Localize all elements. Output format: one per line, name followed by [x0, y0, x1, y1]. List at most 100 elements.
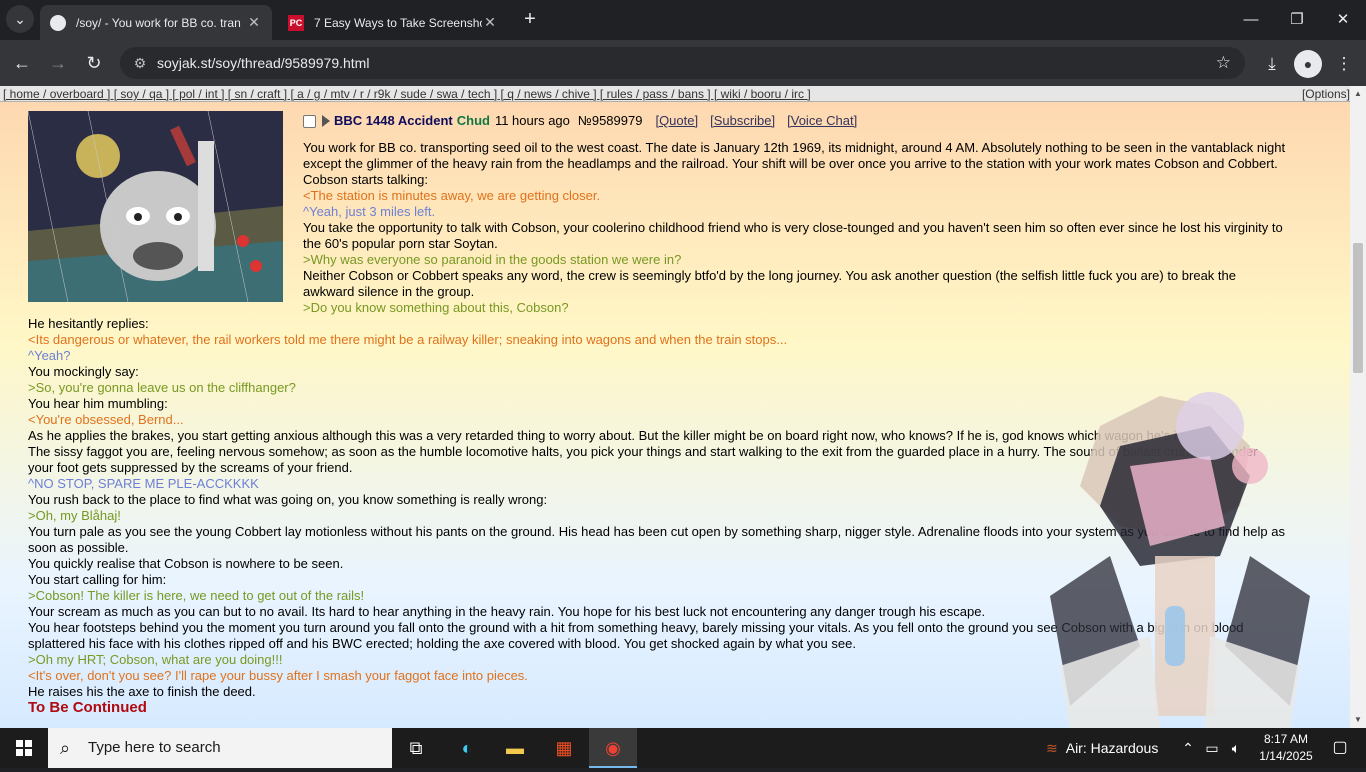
post-line: You quickly realise that Cobson is nowhe…: [28, 556, 344, 571]
store-button[interactable]: ▦: [540, 728, 588, 768]
to-be-continued: To Be Continued: [28, 699, 147, 716]
kebab-menu-icon: ⋮: [1335, 54, 1353, 73]
post-line: You start calling for him:: [28, 572, 167, 587]
post-line: >Do you know something about this, Cobso…: [303, 300, 569, 315]
post-line: You rush back to the place to find what …: [28, 492, 548, 507]
speaker-icon: 🔈︎: [1231, 740, 1241, 756]
search-placeholder: Type here to search: [88, 739, 221, 756]
scroll-down-icon[interactable]: ▼: [1350, 712, 1366, 728]
post-line: <The station is minutes away, we are get…: [303, 188, 601, 203]
search-icon: ⌕: [60, 738, 71, 758]
close-window-button[interactable]: ✕: [1320, 0, 1366, 40]
voice-chat-link[interactable]: [Voice Chat]: [787, 113, 857, 129]
store-icon: ▦: [555, 738, 573, 758]
url-text[interactable]: soyjak.st/soy/thread/9589979.html: [157, 47, 369, 79]
expand-triangle-icon[interactable]: [322, 115, 330, 127]
notification-icon: ▢: [1332, 739, 1348, 756]
arrow-right-icon: →: [49, 53, 67, 73]
menu-button[interactable]: ⋮: [1330, 50, 1358, 78]
restore-button[interactable]: ❐: [1274, 0, 1320, 40]
post-line: <It's over, don't you see? I'll rape you…: [28, 668, 528, 683]
system-clock[interactable]: 8:17 AM 1/14/2025: [1258, 731, 1314, 765]
close-icon[interactable]: ✕: [246, 14, 262, 31]
tab-search-button[interactable]: ⌄: [6, 5, 34, 33]
mascot-decoration: [1050, 392, 1310, 728]
tab-pcmag[interactable]: PC 7 Easy Ways to Take Screenshot ✕: [278, 5, 508, 40]
task-view-button[interactable]: ⧉: [392, 728, 440, 768]
restore-icon: ❐: [1290, 11, 1304, 28]
windows-taskbar: ⌕ Type here to search ⧉ ◐ ▬ ▦ ◉ ≋ Air: Ha…: [0, 728, 1366, 768]
tab-title: /soy/ - You work for BB co. tran: [76, 15, 241, 30]
post-line: ^Yeah?: [28, 348, 71, 363]
tab-strip: ⌄ /soy/ - You work for BB co. tran ✕ PC …: [0, 0, 1366, 40]
plus-icon: +: [524, 8, 536, 30]
tray-chevron-button[interactable]: ⌃: [1178, 728, 1198, 768]
file-explorer-button[interactable]: ▬: [491, 728, 539, 768]
quote-link[interactable]: [Quote]: [655, 113, 698, 129]
post-line: You work for BB co. transporting seed oi…: [303, 140, 1286, 155]
forward-button[interactable]: →: [43, 48, 73, 78]
notification-button[interactable]: ▢: [1320, 728, 1360, 768]
scroll-up-icon[interactable]: ▲: [1350, 86, 1366, 102]
profile-button[interactable]: ●: [1294, 50, 1322, 78]
minimize-icon: —: [1243, 11, 1259, 28]
tab-soyjak[interactable]: /soy/ - You work for BB co. tran ✕: [40, 5, 272, 40]
close-icon[interactable]: ✕: [482, 14, 498, 31]
post-line: Your scream as much as you can but to no…: [28, 604, 986, 619]
post-line: You mockingly say:: [28, 364, 139, 379]
post-line: ^Yeah, just 3 miles left.: [303, 204, 436, 219]
start-button[interactable]: [0, 728, 48, 768]
board-links[interactable]: [ home / overboard ] [ soy / qa ] [ pol …: [3, 86, 811, 101]
post-line: >So, you're gonna leave us on the cliffh…: [28, 380, 296, 395]
subscribe-link[interactable]: [Subscribe]: [710, 113, 775, 129]
star-icon[interactable]: ☆: [1216, 47, 1231, 79]
post-line: He hesitantly replies:: [28, 316, 149, 331]
close-icon: ✕: [1336, 11, 1350, 28]
post-image[interactable]: [28, 111, 283, 302]
reload-button[interactable]: ↻: [79, 48, 109, 78]
back-button[interactable]: ←: [7, 48, 37, 78]
tab-title: 7 Easy Ways to Take Screenshot: [314, 15, 482, 30]
taskbar-search[interactable]: ⌕ Type here to search: [48, 728, 392, 768]
chrome-icon: ◉: [605, 738, 621, 758]
clock-time: 8:17 AM: [1263, 732, 1309, 746]
chevron-down-icon: ⌄: [14, 11, 26, 27]
edge-button[interactable]: ◐: [443, 728, 491, 768]
edge-icon: ◐: [461, 738, 473, 758]
post-number[interactable]: №9589979: [578, 113, 643, 129]
post-line: You take the opportunity to talk with Co…: [303, 220, 1283, 235]
post-line: >Oh my HRT; Cobson, what are you doing!!…: [28, 652, 283, 667]
download-icon: ⤓: [1268, 54, 1276, 73]
air-quality-text: Air: Hazardous: [1065, 740, 1159, 756]
clock-date: 1/14/2025: [1259, 749, 1313, 763]
post-header: BBC 1448 Accident Chud 11 hours ago №958…: [303, 113, 857, 129]
scroll-thumb[interactable]: [1353, 243, 1363, 373]
address-bar[interactable]: ⚙ soyjak.st/soy/thread/9589979.html ☆: [120, 47, 1245, 79]
volume-button[interactable]: 🔈︎: [1226, 728, 1246, 768]
folder-icon: ▬: [506, 738, 524, 758]
post-line: <Its dangerous or whatever, the rail wor…: [28, 332, 788, 347]
minimize-button[interactable]: —: [1228, 0, 1274, 40]
options-link[interactable]: [Options]: [1302, 86, 1350, 101]
post-image-art: [28, 111, 283, 302]
chevron-up-icon: ⌃: [1182, 740, 1194, 756]
post-line: >Why was everyone so paranoid in the goo…: [303, 252, 682, 267]
download-button[interactable]: ⤓: [1258, 50, 1286, 78]
post-line: your foot gets suppressed by the screams…: [28, 460, 353, 475]
chrome-button[interactable]: ◉: [589, 728, 637, 768]
poster-name: Chud: [456, 113, 490, 128]
post-line: except the glimmer of the heavy rain fro…: [303, 156, 1278, 171]
post-checkbox[interactable]: [303, 114, 316, 128]
board-list-bar: [ home / overboard ] [ soy / qa ] [ pol …: [0, 86, 1350, 102]
site-info-icon[interactable]: ⚙: [130, 47, 150, 79]
skull-icon: [50, 14, 66, 31]
weather-widget[interactable]: ≋ Air: Hazardous: [1046, 728, 1158, 768]
new-tab-button[interactable]: +: [518, 7, 542, 31]
post-line: splattered his face with his clothes rip…: [28, 636, 856, 651]
network-button[interactable]: ▭: [1202, 728, 1222, 768]
post-line: He raises his the axe to finish the deed…: [28, 684, 256, 699]
person-icon: ●: [1303, 56, 1313, 72]
page-scrollbar[interactable]: ▲ ▼: [1350, 86, 1366, 728]
page-content: [ home / overboard ] [ soy / qa ] [ pol …: [0, 86, 1350, 728]
post-line: >Oh, my Blåhaj!: [28, 508, 121, 523]
